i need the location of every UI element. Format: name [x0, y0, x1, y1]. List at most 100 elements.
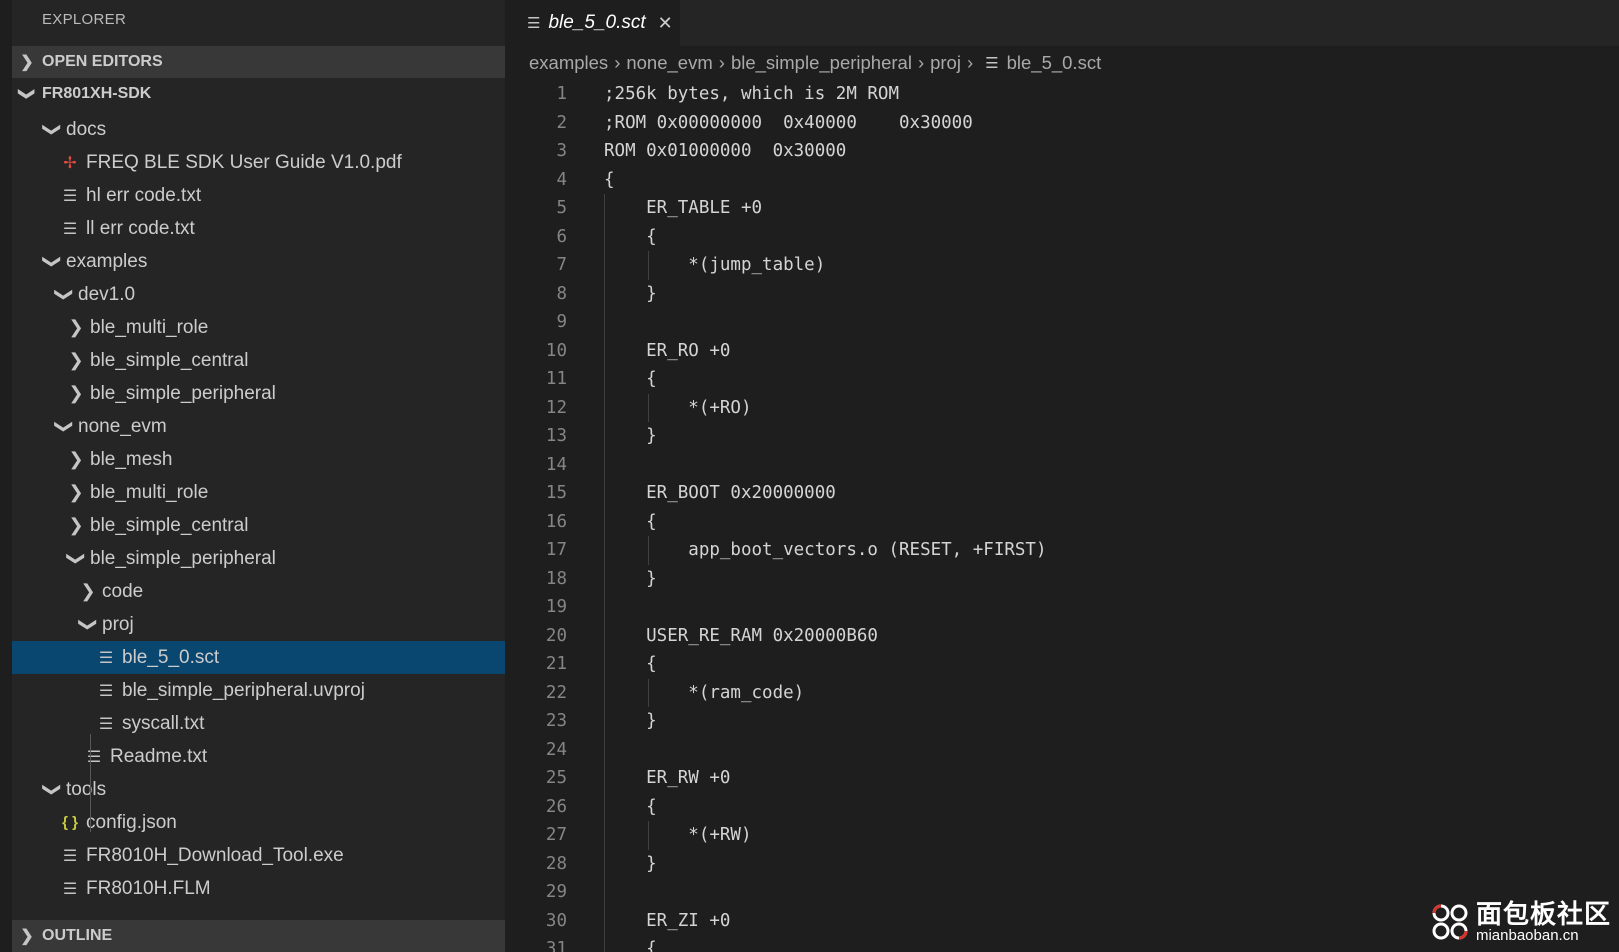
tree-item[interactable]: ❯ dev1.0 [12, 278, 505, 311]
line-number: 6 [556, 226, 567, 247]
chevron-right-icon: ❯ [20, 928, 34, 945]
code-line: 13 } [505, 422, 1619, 451]
tree-item[interactable]: ☰ FR8010H_Download_Tool.exe [12, 839, 505, 872]
code-line: 12 *(+RO) [505, 394, 1619, 423]
code-text: *(jump_table) [604, 255, 826, 275]
tree-item[interactable]: ☰ ble_5_0.sct [12, 641, 505, 674]
code-text: USER_RE_RAM 0x20000B60 [604, 625, 878, 646]
tree-item[interactable]: { } config.json [12, 806, 505, 839]
tree-item[interactable]: ❯ code [12, 575, 505, 608]
code-text: { [604, 169, 615, 190]
line-number: 24 [545, 739, 567, 760]
tree-item[interactable]: ❯ docs [12, 113, 505, 146]
indent-guide [604, 194, 605, 952]
tree-item-label: ble_simple_peripheral [90, 547, 276, 569]
tree-item[interactable]: ❯ ble_simple_peripheral [12, 377, 505, 410]
chevron-down-icon: ❯ [54, 418, 75, 435]
tree-item[interactable]: ☰ hl err code.txt [12, 179, 505, 212]
tab-bar: ☰ ble_5_0.sct ✕ [505, 0, 1619, 46]
text-file-icon: ☰ [98, 649, 114, 667]
line-number: 14 [545, 454, 567, 475]
code-text: *(ram_code) [604, 682, 805, 703]
tree-item-label: dev1.0 [78, 283, 136, 305]
tree-item[interactable]: ☰ ble_simple_peripheral.uvproj [12, 674, 505, 707]
code-line: 20 USER_RE_RAM 0x20000B60 [505, 622, 1619, 651]
chevron-down-icon: ❯ [42, 253, 63, 270]
code-line: 6 { [505, 223, 1619, 252]
code-line: 7 *(jump_table) [505, 251, 1619, 280]
code-text: ROM 0x01000000 0x30000 [604, 141, 847, 161]
tree-item-label: config.json [86, 811, 177, 833]
tree-item[interactable]: ✢ FREQ BLE SDK User Guide V1.0.pdf [12, 146, 505, 179]
tree-item[interactable]: ☰ ll err code.txt [12, 212, 505, 245]
tab-ble-5-0-sct[interactable]: ☰ ble_5_0.sct ✕ [505, 0, 680, 46]
explorer-title: EXPLORER [42, 11, 127, 28]
breadcrumb-item[interactable]: ble_simple_peripheral [731, 52, 912, 74]
code-editor[interactable]: 1 ;256k bytes, which is 2M ROM 2 ;ROM 0x000… [505, 80, 1619, 952]
tree-item[interactable]: ❯ ble_mesh [12, 443, 505, 476]
line-number: 17 [545, 540, 567, 560]
text-file-icon: ☰ [62, 220, 78, 238]
tree-item-label: docs [66, 118, 107, 140]
line-number: 22 [545, 682, 567, 703]
tree-item[interactable]: ☰ FR8010H.FLM [12, 872, 505, 905]
tree-item[interactable]: ❯ tools [12, 773, 505, 806]
tree-item-label: ble_simple_central [90, 514, 249, 536]
tree-item-label: ble_simple_peripheral [90, 382, 276, 404]
line-number: 20 [545, 625, 567, 646]
tree-item[interactable]: ❯ ble_simple_peripheral [12, 542, 505, 575]
code-line: 23 } [505, 707, 1619, 736]
outline-section[interactable]: ❯ OUTLINE [12, 920, 505, 952]
tree-item[interactable]: ❯ proj [12, 608, 505, 641]
tree-item[interactable]: ❯ none_evm [12, 410, 505, 443]
tree-item-label: FR8010H_Download_Tool.exe [86, 844, 344, 866]
code-line: 16 { [505, 508, 1619, 537]
code-text: } [604, 853, 657, 874]
code-text: { [604, 796, 657, 817]
indent-guide [648, 821, 649, 850]
code-text: { [604, 939, 657, 952]
open-editors-label: OPEN EDITORS [42, 53, 163, 70]
line-number: 1 [556, 84, 567, 104]
code-line: 24 [505, 736, 1619, 765]
project-section[interactable]: ❯ FR801XH-SDK [12, 78, 505, 110]
outline-label: OUTLINE [42, 927, 113, 944]
json-icon: { } [62, 814, 78, 831]
explorer-sidebar: EXPLORER ❯ OPEN EDITORS ❯ FR801XH-SDK Cs… [12, 0, 505, 952]
tree-item-label: ll err code.txt [86, 217, 195, 239]
breadcrumb-item[interactable]: proj [930, 52, 961, 74]
tree-item[interactable]: ❯ ble_simple_central [12, 509, 505, 542]
code-text: ;256k bytes, which is 2M ROM [604, 84, 900, 104]
watermark-en: mianbaoban.cn [1475, 927, 1579, 945]
open-editors-section[interactable]: ❯ OPEN EDITORS [12, 46, 505, 78]
tree-item[interactable]: ❯ ble_multi_role [12, 476, 505, 509]
tree-item[interactable]: ❯ ble_simple_central [12, 344, 505, 377]
tree-item[interactable]: ☰ syscall.txt [12, 707, 505, 740]
line-number: 13 [545, 426, 567, 446]
tree-item[interactable]: ❯ ble_multi_role [12, 311, 505, 344]
code-line: 10 ER_RO +0 [505, 337, 1619, 366]
code-line: 1 ;256k bytes, which is 2M ROM [505, 80, 1619, 109]
line-number: 18 [545, 568, 567, 589]
breadcrumb-separator-icon: › [917, 52, 925, 73]
breadcrumb-item[interactable]: examples [529, 52, 608, 74]
code-line: 8 } [505, 280, 1619, 309]
breadcrumb-item[interactable]: none_evm [626, 52, 712, 74]
line-number: 10 [545, 340, 567, 361]
chevron-right-icon: ❯ [68, 350, 84, 370]
code-line: 21 { [505, 650, 1619, 679]
text-file-icon: ☰ [527, 15, 541, 32]
text-file-icon: ☰ [985, 55, 999, 72]
project-label: FR801XH-SDK [42, 85, 152, 102]
breadcrumb-item[interactable]: ble_5_0.sct [1007, 52, 1102, 74]
code-line: 28 } [505, 850, 1619, 879]
line-number: 31 [545, 939, 567, 952]
watermark: 面包板社区 mianbaoban.cn [1430, 900, 1611, 945]
close-icon[interactable]: ✕ [658, 13, 673, 34]
code-line: 4{ [505, 166, 1619, 195]
tree-item[interactable]: ☰ Readme.txt [12, 740, 505, 773]
code-text: app_boot_vectors.o (RESET, +FIRST) [604, 540, 1047, 560]
code-text: ER_BOOT 0x20000000 [604, 483, 836, 503]
line-number: 16 [545, 511, 567, 532]
tree-item[interactable]: ❯ examples [12, 245, 505, 278]
